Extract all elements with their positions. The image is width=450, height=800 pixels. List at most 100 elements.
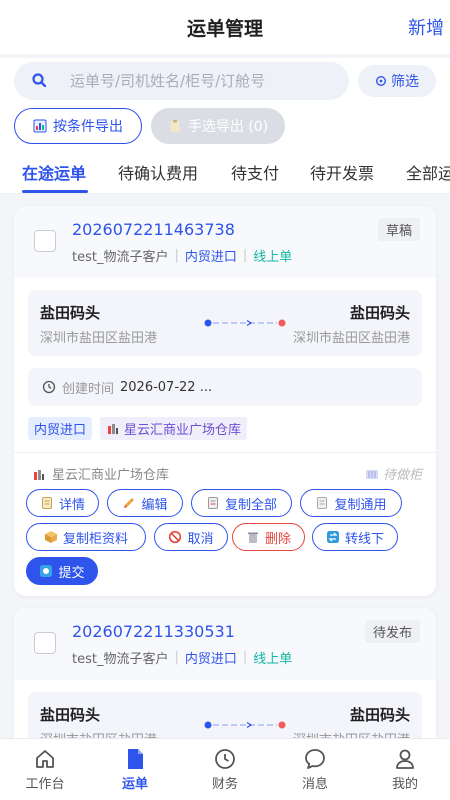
- route-arrow-icon: [204, 319, 286, 327]
- created-time-value: 2026-07-22 ...: [120, 379, 213, 395]
- manual-export-label: 手选导出 (0): [187, 119, 269, 135]
- to-offline-label: 转线下: [344, 531, 384, 547]
- export-row: 按条件导出 手选导出 (0): [0, 104, 450, 152]
- tab-pending-fee-confirm[interactable]: 待确认费用: [118, 160, 198, 184]
- edit-label: 编辑: [141, 497, 168, 513]
- origin-name: 盐田码头: [40, 304, 101, 322]
- submit-label: 提交: [58, 565, 85, 581]
- warehouse-icon: [34, 469, 44, 480]
- separator: |: [174, 650, 179, 665]
- to-offline-button[interactable]: 转线下: [312, 523, 398, 551]
- detail-label: 详情: [58, 497, 85, 513]
- destination-name: 盐田码头: [349, 706, 410, 724]
- copy-common-button[interactable]: 复制通用: [300, 489, 402, 517]
- tab-pending-payment[interactable]: 待支付: [231, 160, 279, 184]
- warehouse-icon: [108, 424, 119, 434]
- chat-icon: [305, 749, 325, 769]
- filter-label: 筛选: [391, 74, 419, 90]
- copy-icon: [207, 497, 218, 509]
- status-tabs: 在途运单 待确认费用 待支付 待开发票 全部运: [0, 152, 450, 194]
- origin-address: 深圳市盐田区盐田港: [40, 331, 158, 346]
- copy-container-info-label: 复制柜资料: [62, 531, 128, 547]
- select-checkbox[interactable]: [34, 230, 56, 252]
- customer-name: test_物流子客户: [72, 652, 169, 667]
- pencil-icon: [124, 498, 135, 508]
- warehouse-info: 星云汇商业广场仓库: [32, 464, 169, 483]
- home-icon: [36, 750, 54, 768]
- order-card[interactable]: 2026072211330531 待发布 test_物流子客户 | 内贸进口 |…: [14, 608, 436, 748]
- container-status: 待做柜: [365, 464, 422, 483]
- swap-icon: [326, 531, 339, 543]
- tabbar-item-messages[interactable]: 消息: [285, 747, 345, 792]
- copy-icon: [317, 497, 328, 509]
- submit-button[interactable]: 提交: [26, 557, 98, 585]
- route-arrow-icon: [204, 721, 286, 729]
- filter-button[interactable]: 筛选: [358, 65, 436, 97]
- separator: |: [242, 248, 248, 263]
- user-icon: [396, 749, 414, 769]
- order-meta: test_物流子客户 | 内贸进口 | 线上单: [72, 648, 292, 667]
- container-icon: [365, 469, 378, 479]
- top-header: 运单管理 新增: [0, 0, 450, 54]
- created-time-row: 创建时间 2026-07-22 ...: [28, 368, 422, 406]
- tabbar-label: 财务: [211, 777, 238, 792]
- separator: |: [242, 650, 248, 665]
- active-tab-indicator: [22, 190, 88, 193]
- order-number[interactable]: 2026072211463738: [72, 220, 235, 239]
- order-channel: 线上单: [253, 652, 293, 667]
- search-input[interactable]: [70, 70, 330, 92]
- tab-pending-invoice[interactable]: 待开发票: [310, 160, 374, 184]
- tabbar-item-finance[interactable]: 财务: [195, 747, 255, 792]
- container-status-label: 待做柜: [382, 468, 422, 483]
- delete-label: 删除: [264, 531, 291, 547]
- separator: |: [174, 248, 179, 263]
- copy-all-button[interactable]: 复制全部: [191, 489, 292, 517]
- cancel-label: 取消: [187, 531, 214, 547]
- action-buttons: 详情 编辑 复制全部 复制通用 复制柜资料 取消 删除 转线下 提交: [14, 489, 436, 585]
- tag-row: 内贸进口 星云汇商业广场仓库: [28, 416, 422, 440]
- tabbar-label: 工作台: [25, 777, 65, 792]
- copy-all-label: 复制全部: [224, 497, 277, 513]
- page-title: 运单管理: [186, 18, 263, 40]
- order-card[interactable]: 2026072211463738 草稿 test_物流子客户 | 内贸进口 | …: [14, 206, 436, 596]
- submit-icon: [40, 565, 53, 577]
- select-checkbox[interactable]: [34, 632, 56, 654]
- bottom-tab-bar: 工作台 运单 财务 消息 我的: [0, 738, 450, 800]
- status-badge: 待发布: [364, 620, 420, 643]
- created-time-label: 创建时间: [62, 381, 115, 397]
- edit-button[interactable]: 编辑: [107, 489, 183, 517]
- trash-icon: [247, 532, 258, 543]
- order-meta: test_物流子客户 | 内贸进口 | 线上单: [72, 246, 292, 265]
- filter-icon: [376, 76, 386, 86]
- cancel-button[interactable]: 取消: [154, 523, 228, 551]
- tab-in-transit[interactable]: 在途运单: [22, 160, 86, 184]
- destination-name: 盐田码头: [349, 304, 410, 322]
- clock-icon: [215, 749, 235, 769]
- delete-button[interactable]: 删除: [232, 523, 305, 551]
- warehouse-tag: 星云汇商业广场仓库: [100, 416, 248, 440]
- search-row: 筛选: [0, 58, 450, 104]
- clock-icon: [42, 380, 56, 394]
- export-by-condition-button[interactable]: 按条件导出: [14, 108, 142, 144]
- order-number[interactable]: 2026072211330531: [72, 622, 235, 641]
- status-badge: 草稿: [377, 218, 420, 241]
- search-box[interactable]: [14, 62, 349, 100]
- manual-export-button[interactable]: 手选导出 (0): [151, 108, 285, 144]
- clipboard-icon: [170, 120, 180, 132]
- tabbar-item-profile[interactable]: 我的: [375, 747, 435, 792]
- trade-type: 内贸进口: [184, 250, 237, 265]
- destination-address: 深圳市盐田区盐田港: [292, 331, 410, 346]
- copy-container-info-button[interactable]: 复制柜资料: [26, 523, 146, 551]
- document-icon: [41, 497, 52, 509]
- search-icon: [32, 73, 46, 87]
- export-by-condition-label: 按条件导出: [53, 119, 123, 135]
- tabbar-label: 消息: [301, 777, 328, 792]
- tabbar-label: 运单: [121, 777, 148, 792]
- order-channel: 线上单: [253, 250, 293, 265]
- trade-type: 内贸进口: [184, 652, 237, 667]
- tabbar-item-orders[interactable]: 运单: [105, 747, 165, 792]
- detail-button[interactable]: 详情: [26, 489, 99, 517]
- tabbar-item-workbench[interactable]: 工作台: [15, 747, 75, 792]
- tab-all[interactable]: 全部运: [406, 160, 450, 184]
- add-order-button[interactable]: 新增: [408, 14, 444, 40]
